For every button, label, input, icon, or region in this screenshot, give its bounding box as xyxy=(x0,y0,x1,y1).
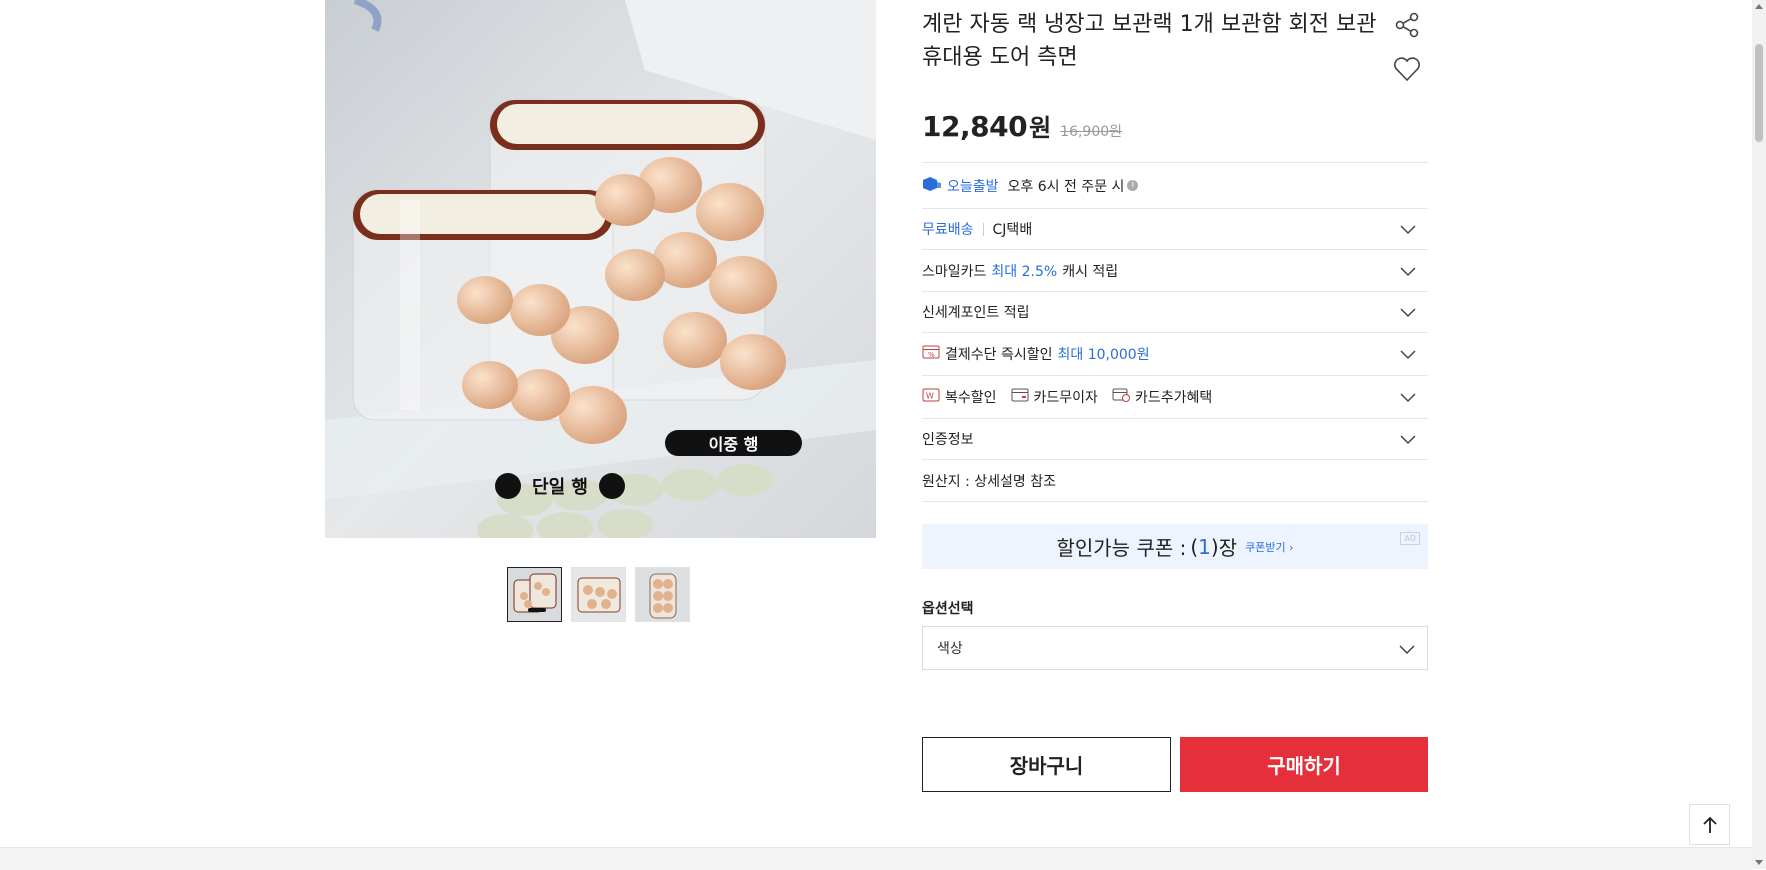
arrow-up-icon xyxy=(1702,816,1717,833)
shinsegae-point-label: 신세계포인트 적립 xyxy=(922,305,1030,321)
card-extra-benefit-label: 카드추가혜택 xyxy=(1134,390,1213,406)
product-main-image[interactable]: 이중 행 단일 행 xyxy=(325,0,876,538)
free-shipping-label: 무료배송 xyxy=(922,222,974,238)
scroll-thumb[interactable] xyxy=(1755,44,1763,142)
price-row: 12,840 원 16,900원 xyxy=(922,108,1122,143)
payment-discount-row[interactable]: % 결제수단 즉시할인 최대 10,000원 xyxy=(922,333,1428,376)
buy-now-button[interactable]: 구매하기 xyxy=(1180,737,1428,792)
certification-label: 인증정보 xyxy=(922,432,974,448)
coupon-count-open: ( xyxy=(1190,534,1199,559)
card-gift-icon xyxy=(1112,388,1130,406)
sale-price: 12,840 xyxy=(922,110,1028,143)
smile-card-suffix: 캐시 적립 xyxy=(1062,263,1119,280)
today-dispatch-text: 오후 6시 전 주문 시 xyxy=(1007,178,1125,195)
footer-band xyxy=(0,847,1752,870)
card-interest-free-label: 카드무이자 xyxy=(1033,390,1098,406)
scroll-to-top-button[interactable] xyxy=(1689,804,1730,845)
scroll-down-arrow[interactable] xyxy=(1755,860,1763,865)
scrollbar[interactable] xyxy=(1752,0,1766,869)
payment-discount-amount: 최대 10,000원 xyxy=(1057,347,1150,363)
overlay-label-single-row: 단일 행 xyxy=(495,472,625,500)
coupon-count-close: ) xyxy=(1210,534,1219,559)
product-title: 계란 자동 랙 냉장고 보관랙 1개 보관함 회전 보관 휴대용 도어 측면 xyxy=(922,12,1377,70)
discount-badge-icon: W xyxy=(922,388,940,406)
coupon-banner[interactable]: 할인가능 쿠폰 : ( 1 ) 장 쿠폰받기 › AD xyxy=(922,524,1428,569)
color-select-value: 색상 xyxy=(937,641,963,657)
heart-icon[interactable] xyxy=(1392,54,1422,84)
payment-discount-label: 결제수단 즉시할인 xyxy=(945,347,1053,363)
info-icon[interactable]: i xyxy=(1127,180,1139,191)
shinsegae-point-row[interactable]: 신세계포인트 적립 xyxy=(922,292,1428,333)
svg-text:W: W xyxy=(926,392,934,401)
benefit-list: 오늘출발 오후 6시 전 주문 시 i 무료배송 CJ택배 스마일카드 최대 2… xyxy=(922,162,1428,502)
coupon-receive-link[interactable]: 쿠폰받기 › xyxy=(1245,539,1293,555)
svg-text:%: % xyxy=(928,351,935,359)
percent-card-icon: % xyxy=(922,345,940,363)
truck-icon xyxy=(922,176,942,196)
card-benefits-row[interactable]: W 복수할인 카드무이자 카드추가혜택 xyxy=(922,376,1428,419)
price-currency: 원 xyxy=(1029,114,1052,142)
today-dispatch-badge: 오늘출발 xyxy=(947,178,999,195)
scroll-up-arrow[interactable] xyxy=(1755,4,1763,9)
divider xyxy=(982,222,984,236)
chevron-down-icon xyxy=(1399,645,1415,655)
ad-badge: AD xyxy=(1400,532,1420,545)
product-photo xyxy=(325,0,876,538)
coupon-label: 할인가능 쿠폰 : xyxy=(1056,536,1187,560)
card-icon xyxy=(1011,388,1029,406)
thumbnail-2[interactable] xyxy=(571,567,626,622)
thumbnail-3[interactable] xyxy=(635,567,690,622)
smile-card-rate: 최대 2.5% xyxy=(991,263,1058,280)
chevron-down-icon[interactable] xyxy=(1400,347,1416,361)
courier-label: CJ택배 xyxy=(992,222,1033,238)
chevron-down-icon[interactable] xyxy=(1400,222,1416,236)
thumbnail-1[interactable] xyxy=(507,567,562,622)
chevron-down-icon[interactable] xyxy=(1400,390,1416,404)
share-icon[interactable] xyxy=(1392,10,1422,40)
shipping-row[interactable]: 무료배송 CJ택배 xyxy=(922,209,1428,250)
chevron-down-icon[interactable] xyxy=(1400,264,1416,278)
origin-row: 원산지 : 상세설명 참조 xyxy=(922,460,1428,502)
origin-label: 원산지 : 상세설명 참조 xyxy=(922,473,1056,490)
original-price: 16,900원 xyxy=(1060,124,1123,140)
add-to-cart-button[interactable]: 장바구니 xyxy=(922,737,1171,792)
multi-discount-label: 복수할인 xyxy=(945,390,997,406)
overlay-label-double-row: 이중 행 xyxy=(665,430,802,456)
chevron-down-icon[interactable] xyxy=(1400,432,1416,446)
certification-row[interactable]: 인증정보 xyxy=(922,419,1428,460)
option-label: 옵션선택 xyxy=(922,601,974,617)
smile-card-row[interactable]: 스마일카드 최대 2.5% 캐시 적립 xyxy=(922,250,1428,292)
coupon-unit: 장 xyxy=(1218,536,1238,560)
color-select[interactable]: 색상 xyxy=(922,626,1428,670)
coupon-count: 1 xyxy=(1198,534,1211,559)
today-dispatch-row: 오늘출발 오후 6시 전 주문 시 i xyxy=(922,163,1428,209)
chevron-down-icon[interactable] xyxy=(1400,305,1416,319)
smile-card-label: 스마일카드 xyxy=(922,263,987,280)
thumbnail-list xyxy=(507,567,690,622)
